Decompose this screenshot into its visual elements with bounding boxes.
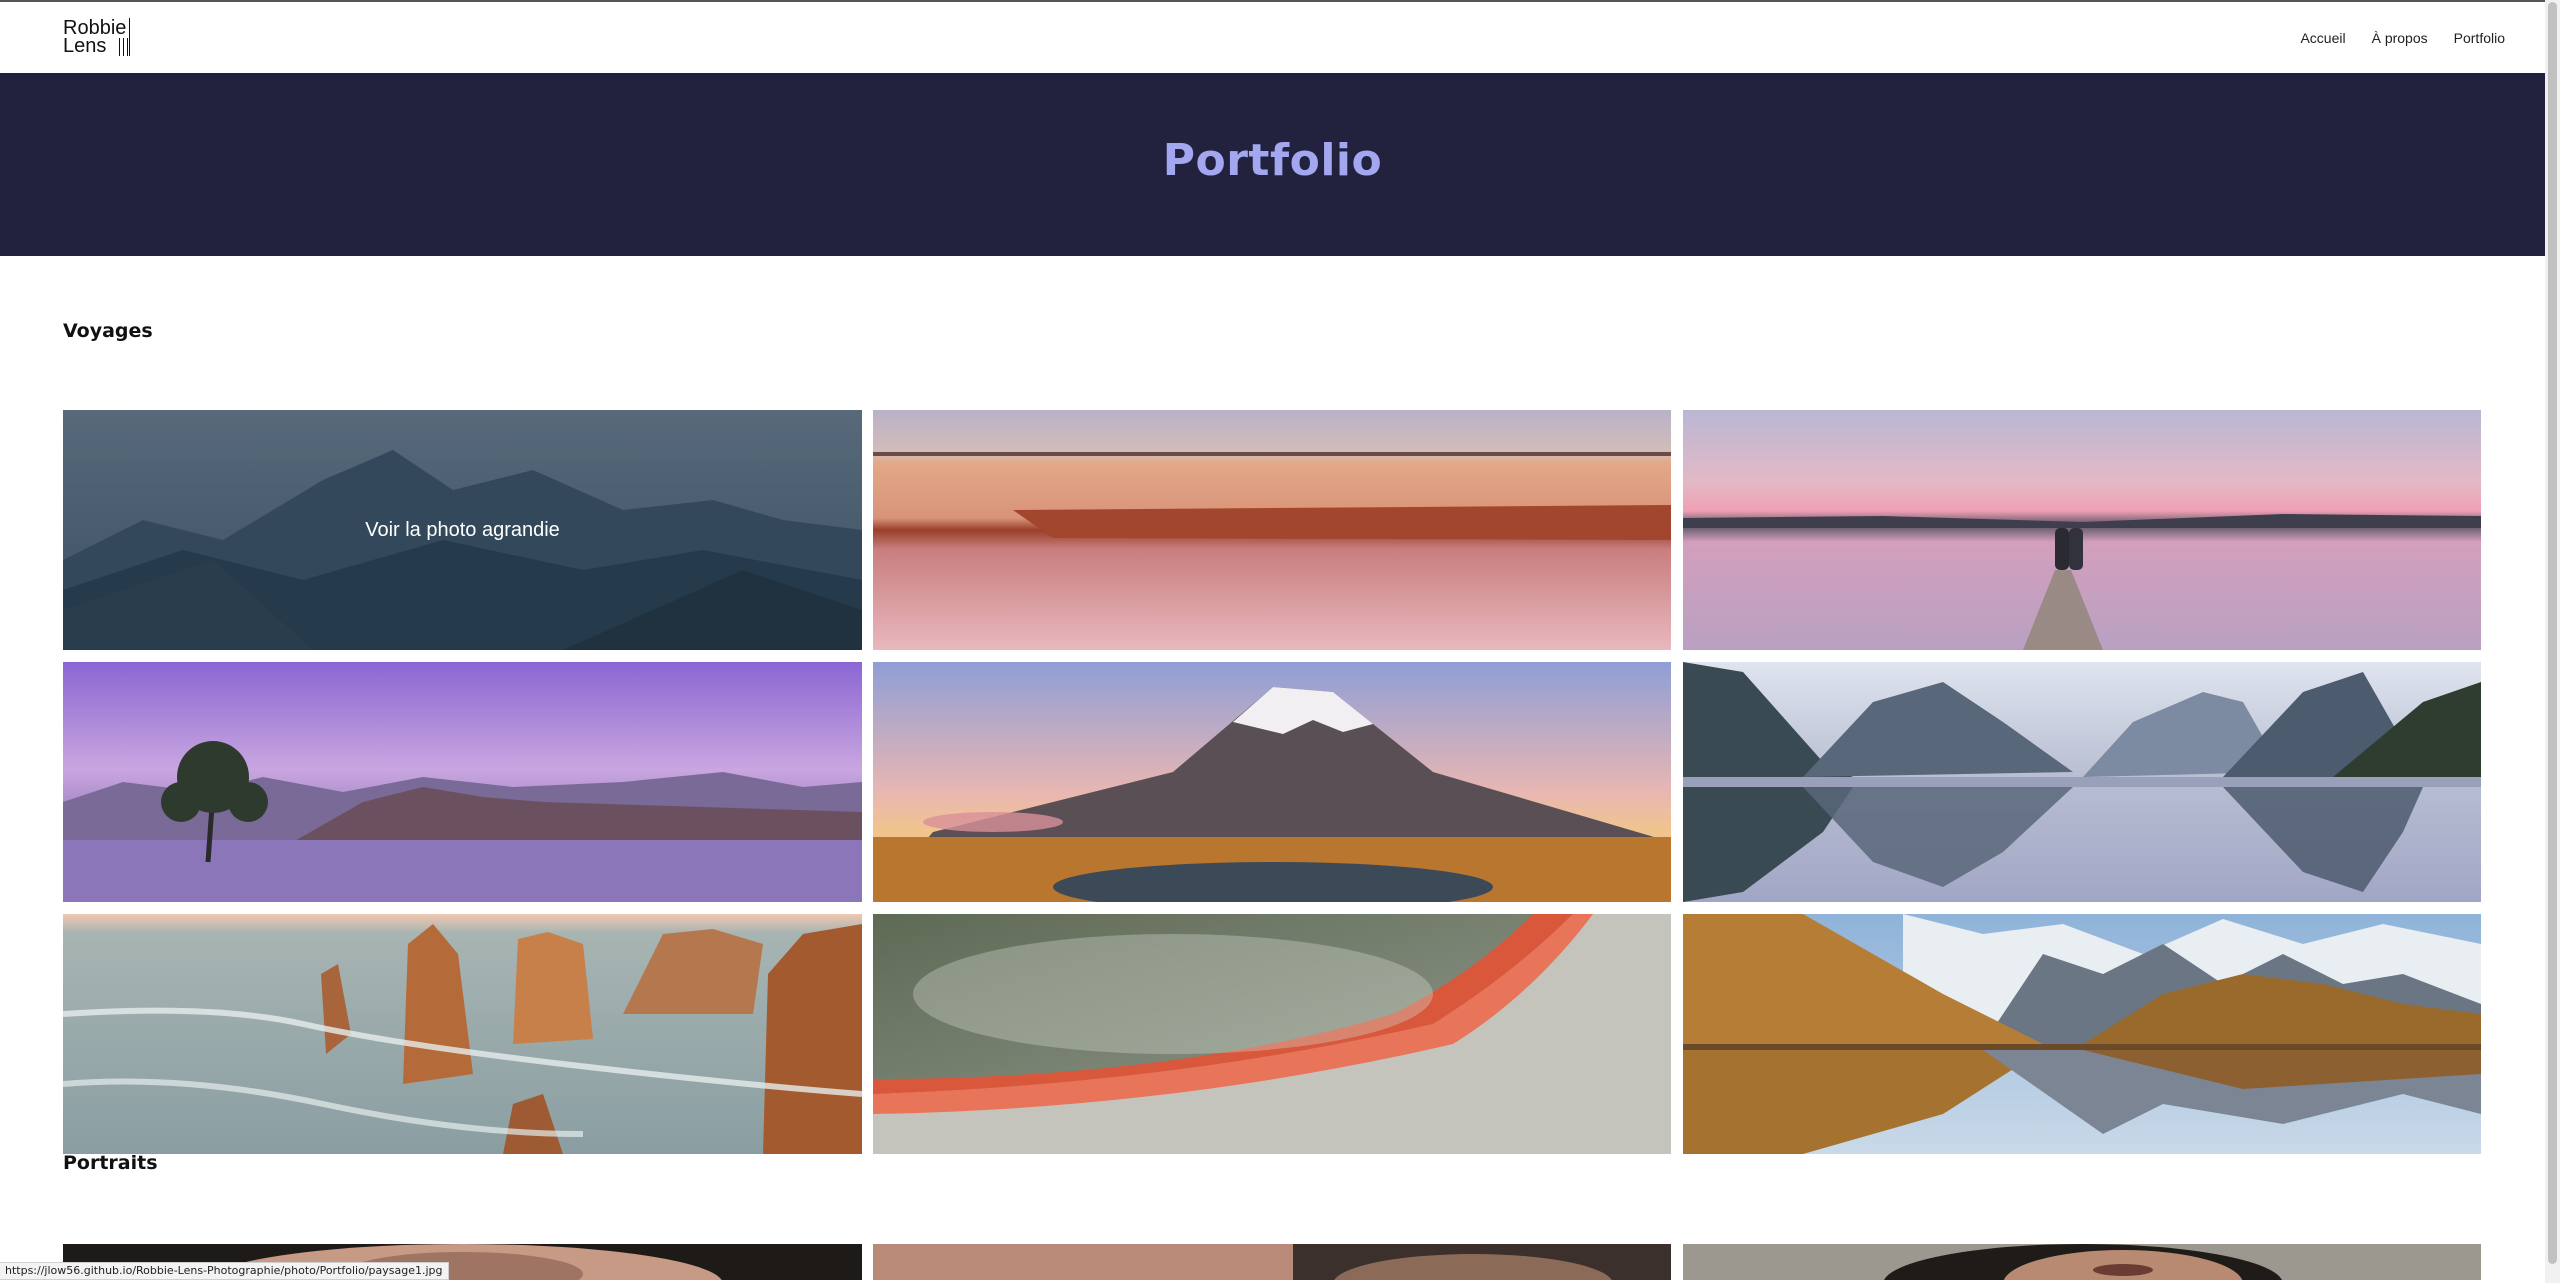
gallery-photo-beach-reflection[interactable] — [873, 410, 1671, 650]
logo-text-line2: Lens — [63, 35, 107, 57]
photo-sea-stacks — [63, 914, 862, 1154]
nav-apropos-link[interactable]: À propos — [2372, 30, 2428, 46]
vertical-scrollbar[interactable] — [2545, 0, 2560, 1283]
photo-portrait-3 — [1683, 1244, 2481, 1280]
photo-lone-tree-lake — [63, 662, 862, 902]
main-nav: Accueil À propos Portfolio — [2300, 30, 2505, 46]
photo-hover-overlay: Voir la photo agrandie — [63, 410, 862, 650]
section-title-portraits: Portraits — [63, 1152, 158, 1174]
gallery-photo-thermal-pool[interactable] — [873, 914, 1671, 1154]
gallery-photo-fjord-reflection[interactable] — [1683, 662, 2481, 902]
gallery-photo-mountain-range[interactable]: Voir la photo agrandie — [63, 410, 862, 650]
scrollbar-thumb[interactable] — [2548, 2, 2557, 1264]
gallery-photo-portrait-3[interactable] — [1683, 1244, 2481, 1280]
browser-status-url: https://jlow56.github.io/Robbie-Lens-Pho… — [0, 1262, 449, 1280]
page-banner: Portfolio — [0, 73, 2545, 256]
gallery-photo-lone-tree-lake[interactable] — [63, 662, 862, 902]
photo-beach-reflection — [873, 410, 1671, 650]
gallery-photo-couple-on-pier[interactable] — [1683, 410, 2481, 650]
photo-alpine-tarn — [1683, 914, 2481, 1154]
nav-portfolio-link[interactable]: Portfolio — [2454, 30, 2505, 46]
page-title: Portfolio — [1162, 135, 1383, 186]
gallery-photo-portrait-2[interactable] — [873, 1244, 1671, 1280]
site-header: Robbie Lens Accueil À propos Portfolio — [0, 0, 2545, 73]
nav-accueil-link[interactable]: Accueil — [2300, 30, 2345, 46]
photo-couple-on-pier — [1683, 410, 2481, 650]
gallery-photo-snowy-volcano[interactable] — [873, 662, 1671, 902]
logo-divider — [129, 18, 130, 56]
site-logo[interactable]: Robbie Lens — [63, 18, 135, 58]
section-title-voyages: Voyages — [63, 320, 153, 342]
gallery-photo-sea-stacks[interactable] — [63, 914, 862, 1154]
photo-portrait-2 — [873, 1244, 1671, 1280]
gallery-photo-alpine-tarn[interactable] — [1683, 914, 2481, 1154]
view-larger-label: Voir la photo agrandie — [365, 518, 560, 541]
photo-thermal-pool — [873, 914, 1671, 1154]
photo-snowy-volcano — [873, 662, 1671, 902]
photo-fjord-reflection — [1683, 662, 2481, 902]
